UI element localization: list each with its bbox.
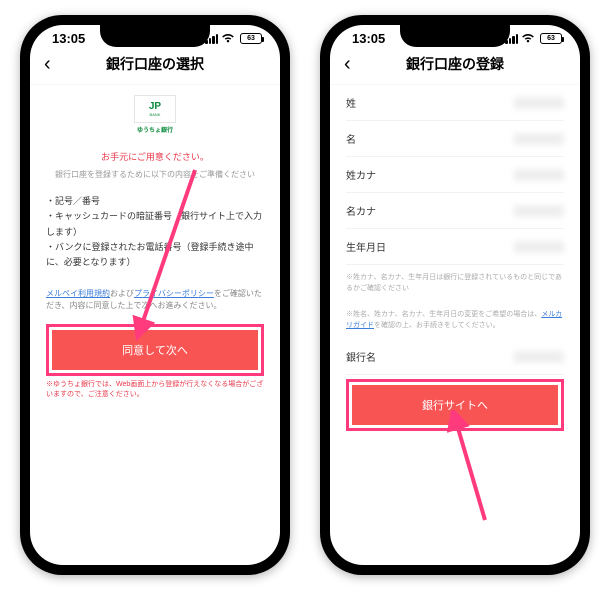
field-firstname[interactable]: 名 <box>346 121 564 157</box>
list-item: ・記号／番号 <box>46 194 264 209</box>
blurred-value <box>514 351 564 363</box>
prep-subtitle: 銀行口座を登録するために以下の内容をご準備ください <box>46 169 264 180</box>
bank-logo: JPBANK ゆうちょ銀行 <box>46 85 264 140</box>
content-left: JPBANK ゆうちょ銀行 お手元にご用意ください。 銀行口座を登録するために以… <box>30 85 280 400</box>
list-item: ・バンクに登録されたお電話番号（登録手続き途中に、必要となります） <box>46 240 264 271</box>
back-button[interactable]: ‹ <box>44 53 51 76</box>
field-bankname[interactable]: 銀行名 <box>346 339 564 375</box>
jp-bank-logo-icon: JPBANK <box>134 95 176 123</box>
requirements-list: ・記号／番号 ・キャッシュカードの暗証番号（銀行サイト上で入力します） ・バンク… <box>46 190 264 280</box>
terms-link[interactable]: メルペイ利用規約 <box>46 289 110 298</box>
nav-bar: ‹ 銀行口座の選択 <box>30 48 280 85</box>
blurred-value <box>514 169 564 181</box>
note-2: ※姓名、姓カナ、名カナ、生年月日の変更をご希望の場合は、メルカリガイドを確認の上… <box>346 302 564 339</box>
back-button[interactable]: ‹ <box>344 53 351 76</box>
battery-icon: 63 <box>240 33 262 44</box>
nav-bar: ‹ 銀行口座の登録 <box>330 48 580 85</box>
blurred-value <box>514 205 564 217</box>
field-firstname-kana[interactable]: 名カナ <box>346 193 564 229</box>
battery-icon: 63 <box>540 33 562 44</box>
field-lastname-kana[interactable]: 姓カナ <box>346 157 564 193</box>
cta-highlight: 銀行サイトへ <box>346 379 564 431</box>
field-birthdate[interactable]: 生年月日 <box>346 229 564 265</box>
blurred-value <box>514 133 564 145</box>
phone-left: 13:05 63 ‹ 銀行口座の選択 JPBANK ゆうちょ銀行 お手元にご用意… <box>20 15 290 575</box>
wifi-icon <box>521 34 535 44</box>
notch <box>400 25 510 47</box>
agree-next-button[interactable]: 同意して次へ <box>52 330 258 370</box>
blurred-value <box>514 241 564 253</box>
status-icons: 63 <box>205 33 262 44</box>
content-right: 姓 名 姓カナ 名カナ 生年月日 ※姓カナ、名カナ、生年月日は銀行に登録されてい… <box>330 85 580 431</box>
prep-title: お手元にご用意ください。 <box>46 150 264 163</box>
notch <box>100 25 210 47</box>
list-item: ・キャッシュカードの暗証番号（銀行サイト上で入力します） <box>46 209 264 240</box>
screen-left: 13:05 63 ‹ 銀行口座の選択 JPBANK ゆうちょ銀行 お手元にご用意… <box>30 25 280 565</box>
page-title: 銀行口座の登録 <box>342 54 568 74</box>
phone-right: 13:05 63 ‹ 銀行口座の登録 姓 名 姓カナ 名カナ 生年月日 ※姓カナ… <box>320 15 590 575</box>
field-lastname[interactable]: 姓 <box>346 85 564 121</box>
status-time: 13:05 <box>348 31 385 46</box>
page-title: 銀行口座の選択 <box>42 54 268 74</box>
status-time: 13:05 <box>48 31 85 46</box>
cta-highlight: 同意して次へ <box>46 324 264 376</box>
note-1: ※姓カナ、名カナ、生年月日は銀行に登録されているものと同じであるかご確認ください <box>346 265 564 302</box>
status-icons: 63 <box>505 33 562 44</box>
bank-site-button[interactable]: 銀行サイトへ <box>352 385 558 425</box>
warning-text: ※ゆうちょ銀行では、Web画面上から登録が行えなくなる場合がございますので、ご注… <box>46 380 264 400</box>
bank-name: ゆうちょ銀行 <box>137 125 173 134</box>
blurred-value <box>514 97 564 109</box>
privacy-link[interactable]: プライバシーポリシー <box>134 289 214 298</box>
wifi-icon <box>221 34 235 44</box>
screen-right: 13:05 63 ‹ 銀行口座の登録 姓 名 姓カナ 名カナ 生年月日 ※姓カナ… <box>330 25 580 565</box>
consent-text: メルペイ利用規約およびプライバシーポリシーをご確認いただき、内容に同意した上で次… <box>46 280 264 320</box>
